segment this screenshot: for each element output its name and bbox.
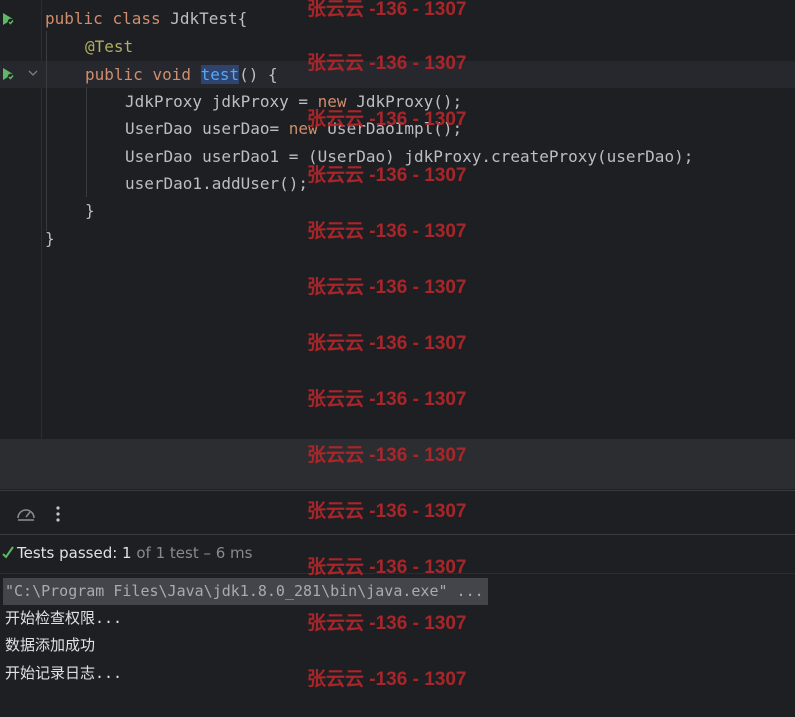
indent-guide bbox=[46, 31, 47, 231]
code-token: JdkProxy jdkProxy = bbox=[125, 92, 318, 111]
toolbar-edge-icon[interactable] bbox=[0, 503, 4, 525]
status-label: Tests passed: bbox=[17, 544, 123, 562]
speedometer-icon[interactable] bbox=[15, 503, 37, 525]
code-line[interactable]: JdkProxy jdkProxy = new JdkProxy(); bbox=[125, 88, 462, 115]
code-line[interactable]: } bbox=[45, 225, 55, 252]
check-icon bbox=[2, 546, 14, 559]
console-line: 开始记录日志... bbox=[5, 664, 123, 682]
code-editor[interactable]: public class JdkTest{ @Test public void te… bbox=[0, 0, 795, 439]
code-token: test bbox=[200, 65, 240, 84]
code-line[interactable]: public void test() { bbox=[85, 61, 278, 88]
code-token: userDao1.addUser(); bbox=[125, 174, 309, 193]
code-token: } bbox=[45, 229, 55, 248]
code-token: UserDao userDao1 = (UserDao) jdkProxy.cr… bbox=[125, 147, 694, 166]
tests-passed-text: Tests passed: 1 of 1 test – 6 ms bbox=[17, 544, 252, 562]
console-command-line[interactable]: "C:\Program Files\Java\jdk1.8.0_281\bin\… bbox=[3, 578, 488, 605]
run-test-class-icon[interactable] bbox=[1, 12, 15, 26]
code-line[interactable]: @Test bbox=[85, 33, 133, 60]
console-line: 数据添加成功 bbox=[5, 636, 96, 654]
code-token: new bbox=[317, 92, 357, 111]
code-line[interactable]: } bbox=[85, 197, 95, 224]
code-token: () { bbox=[239, 65, 278, 84]
code-token: UserDao userDao= bbox=[125, 119, 289, 138]
fold-chevron-icon[interactable] bbox=[27, 67, 39, 79]
run-test-method-icon[interactable] bbox=[1, 67, 15, 81]
code-line[interactable]: UserDao userDao= new UserDaoImpl(); bbox=[125, 115, 462, 142]
code-token: JdkProxy(); bbox=[356, 92, 463, 111]
code-token: void bbox=[152, 65, 201, 84]
code-line[interactable]: public class JdkTest{ bbox=[45, 5, 247, 32]
more-options-icon[interactable] bbox=[47, 503, 69, 525]
indent-guide bbox=[86, 87, 87, 197]
code-token: UserDaoImpl(); bbox=[327, 119, 463, 138]
code-line[interactable]: userDao1.addUser(); bbox=[125, 170, 308, 197]
code-token: @Test bbox=[85, 37, 134, 56]
code-token: new bbox=[288, 119, 328, 138]
code-token: public bbox=[45, 9, 113, 28]
code-token: class bbox=[112, 9, 171, 28]
code-line[interactable]: UserDao userDao1 = (UserDao) jdkProxy.cr… bbox=[125, 143, 693, 170]
status-detail: of 1 test – 6 ms bbox=[131, 544, 253, 562]
run-toolbar bbox=[0, 490, 795, 535]
panel-splitter[interactable] bbox=[0, 439, 795, 489]
code-token: } bbox=[85, 201, 95, 220]
test-status-bar: Tests passed: 1 of 1 test – 6 ms bbox=[0, 534, 795, 573]
code-token: public bbox=[85, 65, 153, 84]
code-token: JdkTest{ bbox=[170, 9, 248, 28]
console-line: 开始检查权限... bbox=[5, 609, 123, 627]
status-count: 1 bbox=[122, 544, 132, 562]
console-output[interactable]: "C:\Program Files\Java\jdk1.8.0_281\bin\… bbox=[0, 573, 795, 717]
